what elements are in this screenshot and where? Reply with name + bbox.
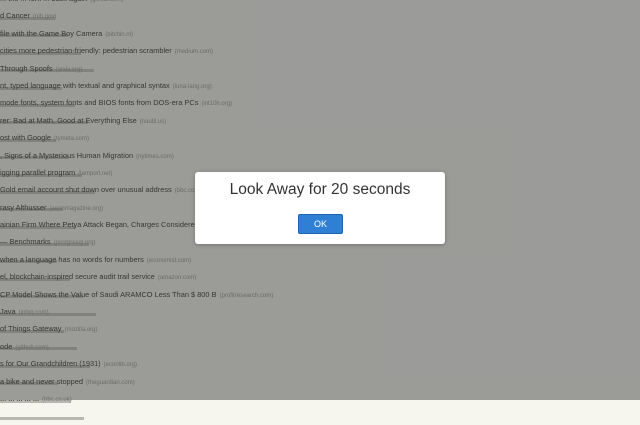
story-subtext [0, 407, 640, 420]
dialog-message: Look Away for 20 seconds [229, 181, 411, 198]
look-away-dialog: Look Away for 20 seconds OK [195, 172, 445, 244]
subtext-placeholder [0, 416, 84, 420]
ok-button[interactable]: OK [298, 214, 343, 234]
